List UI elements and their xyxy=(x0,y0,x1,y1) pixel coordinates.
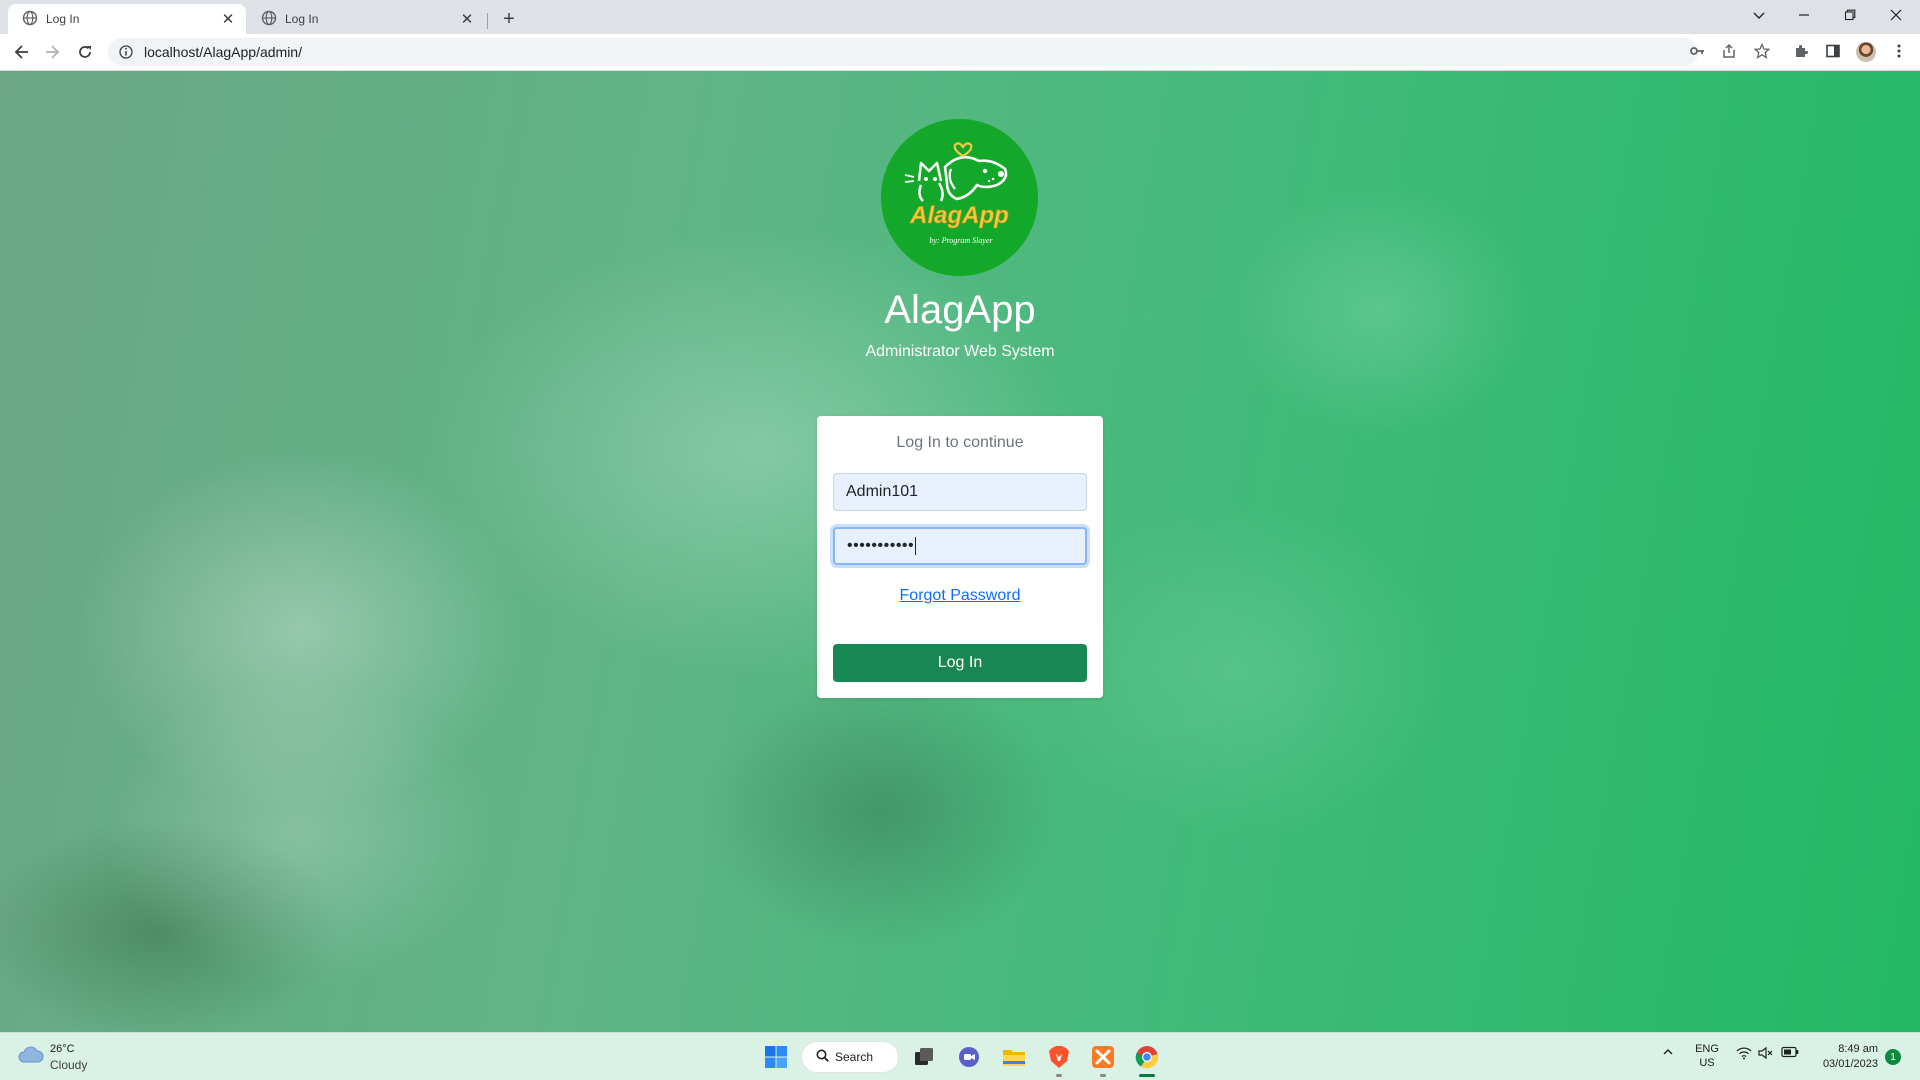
tab-login-inactive[interactable]: Log In ✕ xyxy=(247,4,485,34)
reload-icon[interactable] xyxy=(71,38,99,66)
key-icon[interactable] xyxy=(1686,40,1708,62)
new-tab-button[interactable]: + xyxy=(496,6,522,32)
login-card-heading: Log In to continue xyxy=(896,434,1024,451)
profile-avatar[interactable] xyxy=(1856,42,1876,62)
alagapp-logo: AlagApp by: Program Slayer xyxy=(881,119,1038,276)
globe-icon xyxy=(261,10,277,29)
svg-text:AlagApp: AlagApp xyxy=(909,202,1009,229)
weather-temperature[interactable]: 26°C xyxy=(50,1043,75,1055)
close-tab-icon[interactable]: ✕ xyxy=(220,11,236,28)
language-region: US xyxy=(1699,1057,1715,1069)
clock-date: 03/01/2023 xyxy=(1822,1058,1878,1070)
site-info-icon[interactable] xyxy=(118,44,134,60)
file-explorer-icon[interactable] xyxy=(998,1041,1030,1073)
notification-badge[interactable]: 1 xyxy=(1885,1049,1901,1065)
search-icon xyxy=(816,1049,829,1065)
wifi-icon[interactable] xyxy=(1735,1046,1753,1060)
extensions-icon[interactable] xyxy=(1790,40,1812,62)
back-icon[interactable] xyxy=(8,38,36,66)
speaker-muted-icon[interactable] xyxy=(1757,1046,1775,1060)
running-indicator xyxy=(1100,1074,1106,1077)
menu-icon[interactable] xyxy=(1888,40,1910,62)
weather-condition[interactable]: Cloudy xyxy=(50,1058,87,1072)
username-value: Admin101 xyxy=(846,483,919,500)
chrome-icon[interactable] xyxy=(1131,1041,1163,1077)
page-subtitle: Administrator Web System xyxy=(865,343,1055,360)
password-value: ••••••••••• xyxy=(847,537,915,554)
password-input[interactable]: ••••••••••• xyxy=(833,527,1087,565)
battery-icon[interactable] xyxy=(1780,1046,1800,1058)
tab-separator xyxy=(487,13,488,29)
svg-text:by: Program Slayer: by: Program Slayer xyxy=(929,236,993,245)
tab-search-chevron-icon[interactable] xyxy=(1736,0,1782,30)
text-cursor xyxy=(915,537,917,555)
chat-icon[interactable] xyxy=(953,1041,985,1073)
address-url[interactable]: localhost/AlagApp/admin/ xyxy=(144,44,302,60)
login-card: Log In to continue Admin101 ••••••••••• … xyxy=(817,416,1103,698)
language-indicator[interactable]: ENG US xyxy=(1693,1042,1721,1070)
forward-icon[interactable] xyxy=(38,38,66,66)
address-bar[interactable]: localhost/AlagApp/admin/ xyxy=(108,38,1698,66)
minimize-icon[interactable] xyxy=(1781,0,1827,30)
side-panel-icon[interactable] xyxy=(1822,40,1844,62)
show-hidden-icons-chevron-icon[interactable] xyxy=(1660,1046,1676,1058)
restore-icon[interactable] xyxy=(1827,0,1873,30)
tab-title: Log In xyxy=(285,12,319,26)
taskbar: 26°C Cloudy Search ENG US 8:49 am 03/01/… xyxy=(0,1032,1920,1080)
close-window-icon[interactable] xyxy=(1873,0,1919,30)
taskbar-search-box[interactable]: Search xyxy=(802,1042,898,1072)
globe-icon xyxy=(22,10,38,29)
forgot-password-link[interactable]: Forgot Password xyxy=(817,587,1103,605)
brave-browser-icon[interactable] xyxy=(1043,1041,1075,1077)
tab-title: Log In xyxy=(46,12,80,26)
clock-time: 8:49 am xyxy=(1838,1043,1878,1055)
username-input[interactable]: Admin101 xyxy=(833,473,1087,511)
system-clock[interactable]: 8:49 am 03/01/2023 xyxy=(1808,1042,1878,1072)
share-icon[interactable] xyxy=(1718,40,1740,62)
language-code: ENG xyxy=(1695,1043,1719,1055)
bookmark-star-icon[interactable] xyxy=(1751,40,1773,62)
login-button[interactable]: Log In xyxy=(833,644,1087,682)
browser-tab-strip: Log In ✕ Log In ✕ + xyxy=(0,0,1920,34)
page-title: AlagApp xyxy=(884,288,1036,332)
browser-toolbar: localhost/AlagApp/admin/ xyxy=(0,34,1920,71)
close-tab-icon[interactable]: ✕ xyxy=(459,11,475,28)
page-viewport: AlagApp by: Program Slayer AlagApp Admin… xyxy=(0,71,1920,1032)
running-indicator xyxy=(1056,1074,1062,1077)
start-icon[interactable] xyxy=(760,1041,792,1073)
tab-login-active[interactable]: Log In ✕ xyxy=(8,4,246,34)
taskbar-search-label: Search xyxy=(835,1050,874,1064)
cloud-icon[interactable] xyxy=(18,1045,44,1065)
task-view-icon[interactable] xyxy=(908,1041,940,1073)
active-indicator xyxy=(1139,1074,1155,1077)
xampp-icon[interactable] xyxy=(1087,1041,1119,1077)
